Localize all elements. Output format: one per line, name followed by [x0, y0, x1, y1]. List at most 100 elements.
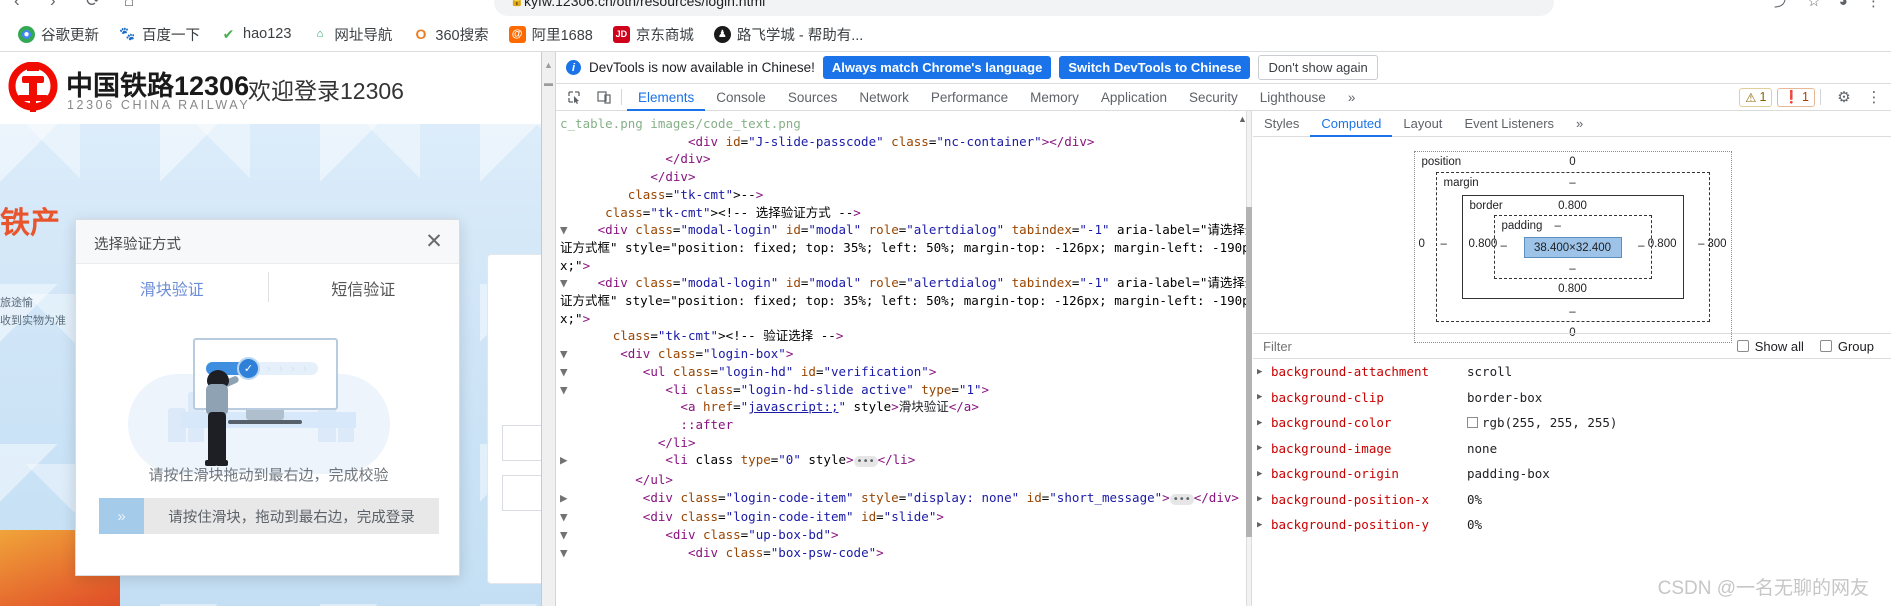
dom-line[interactable]: </div> [560, 150, 1246, 168]
always-match-language-button[interactable]: Always match Chrome's language [822, 56, 1052, 79]
expand-icon[interactable]: ▶ [1257, 443, 1271, 453]
bookmark-item-360[interactable]: O 360搜索 [402, 21, 498, 48]
expand-icon[interactable]: ▶ [1257, 520, 1271, 530]
group-checkbox[interactable] [1819, 340, 1832, 352]
tab-memory[interactable]: Memory [1019, 84, 1090, 111]
scroll-down-icon[interactable]: ▬ [544, 78, 553, 88]
dom-scrollbar-thumb[interactable] [1246, 207, 1252, 537]
expand-icon[interactable]: ▶ [1257, 392, 1271, 402]
tab-network[interactable]: Network [848, 84, 920, 111]
slider-captcha[interactable]: » 请按住滑块，拖动到最右边，完成登录 [99, 498, 439, 534]
bookmark-item-2345[interactable]: ⌂ 网址导航 [301, 21, 402, 48]
username-field[interactable] [502, 425, 541, 461]
tab-sources[interactable]: Sources [777, 84, 849, 111]
dom-line[interactable]: ▼ <div class="modal-login" id="modal" ro… [560, 221, 1246, 239]
gear-icon[interactable]: ⚙ [1832, 86, 1856, 108]
device-toolbar-icon[interactable] [592, 86, 616, 108]
bookmark-item-alibaba[interactable]: @ 阿里1688 [499, 21, 603, 48]
tab-lighthouse[interactable]: Lighthouse [1249, 84, 1337, 111]
expand-icon[interactable]: ▶ [1257, 367, 1271, 377]
tab-security[interactable]: Security [1178, 84, 1249, 111]
box-border-top: 0.800 [1558, 200, 1587, 212]
tab-elements[interactable]: Elements [627, 84, 705, 111]
dont-show-again-button[interactable]: Don't show again [1258, 55, 1378, 80]
dom-line[interactable]: 证方式框" style="position: fixed; top: 35%; … [560, 239, 1246, 257]
dom-line[interactable]: class="tk-cmt">--> [560, 186, 1246, 204]
bookmark-item-chrome[interactable]: ● 谷歌更新 [8, 21, 109, 48]
dom-line[interactable]: ▼ <div class="box-psw-code"> [560, 544, 1246, 562]
dom-line[interactable]: ▶ <li class type="0" style> ••• </li> [560, 451, 1246, 471]
dom-line[interactable]: ▼ <div class="modal-login" id="modal" ro… [560, 274, 1246, 292]
property-row[interactable]: ▶ background-attachment scroll [1253, 359, 1891, 385]
tab-computed[interactable]: Computed [1310, 111, 1392, 137]
box-model-content-size[interactable]: 38.400×32.400 [1523, 237, 1622, 258]
dom-line[interactable]: 证方式框" style="position: fixed; top: 35%; … [560, 292, 1246, 310]
verification-modal: 选择验证方式 ✕ 滑块验证 短信验证 › › › › ✓ 请按住滑块拖动到最右边… [75, 219, 460, 576]
issue-counter[interactable]: ❗ 1 [1777, 87, 1815, 107]
property-row[interactable]: ▶ background-position-y 0% [1253, 512, 1891, 538]
dom-line[interactable]: <a href="javascript:;" style>滑块验证</a> [560, 398, 1246, 416]
show-all-checkbox[interactable] [1736, 340, 1749, 352]
expand-icon[interactable]: ▶ [1257, 418, 1271, 428]
switch-to-chinese-button[interactable]: Switch DevTools to Chinese [1059, 56, 1251, 79]
inspect-element-icon[interactable] [562, 86, 586, 108]
profile-icon[interactable]: ◕ [1839, 0, 1848, 10]
devtools-resizer[interactable]: ▲ ▬ [542, 52, 556, 606]
filter-input[interactable] [1261, 337, 1441, 355]
warning-counter[interactable]: ⚠ 1 [1739, 87, 1773, 107]
bookmark-item-jd[interactable]: JD 京东商城 [603, 21, 704, 48]
expand-icon[interactable]: ▶ [1257, 494, 1271, 504]
tab-performance[interactable]: Performance [920, 84, 1019, 111]
dom-line[interactable]: ::after [560, 416, 1246, 434]
box-position-left: 0 [1418, 238, 1425, 250]
tab-layout[interactable]: Layout [1392, 111, 1453, 137]
property-row[interactable]: ▶ background-origin padding-box [1253, 461, 1891, 487]
tab-console[interactable]: Console [705, 84, 777, 111]
reload-button[interactable]: ⟳ [86, 0, 100, 11]
bookmark-label: 百度一下 [142, 27, 200, 44]
address-bar[interactable]: kyfw.12306.cn/otn/resources/login.html [494, 0, 1554, 16]
forward-button[interactable]: › [50, 0, 56, 11]
dom-tree[interactable]: c_table.png images/code_text.png <div id… [556, 111, 1246, 606]
property-row[interactable]: ▶ background-color rgb(255, 255, 255) [1253, 410, 1891, 436]
dom-line[interactable]: class="tk-cmt"><!-- 选择验证方式 --> [560, 204, 1246, 222]
expand-icon[interactable]: ▶ [1257, 469, 1271, 479]
dom-line[interactable]: x;"> [560, 257, 1246, 275]
dom-line[interactable]: </ul> [560, 471, 1246, 489]
close-icon[interactable]: ✕ [421, 228, 447, 254]
tab-application[interactable]: Application [1090, 84, 1178, 111]
computed-properties-list[interactable]: ▶ background-attachment scroll ▶ background-… [1253, 359, 1891, 606]
dom-line[interactable]: ▶ <div class="login-code-item" style="di… [560, 489, 1246, 509]
more-tabs-icon[interactable]: » [1337, 84, 1367, 111]
dom-line[interactable]: ▼ <li class="login-hd-slide active" type… [560, 381, 1246, 399]
dom-line[interactable]: </li> [560, 434, 1246, 452]
property-row[interactable]: ▶ background-clip border-box [1253, 385, 1891, 411]
password-field[interactable] [502, 475, 541, 511]
dom-line[interactable]: ▼ <div class="login-code-item" id="slide… [560, 508, 1246, 526]
dom-line[interactable]: x;"> [560, 310, 1246, 328]
menu-icon[interactable]: ⋮ [1866, 0, 1881, 10]
bookmark-item-hao123[interactable]: ✔ hao123 [210, 23, 301, 46]
tab-sms-verify[interactable]: 短信验证 [268, 264, 460, 312]
dom-line[interactable]: ▼ <ul class="login-hd" id="verification"… [560, 363, 1246, 381]
star-icon[interactable]: ☆ [1807, 0, 1820, 10]
scroll-up-icon[interactable]: ▲ [544, 60, 553, 70]
property-row[interactable]: ▶ background-image none [1253, 436, 1891, 462]
bookmark-item-luffy[interactable]: ♟ 路飞学城 - 帮助有... [704, 21, 873, 48]
dom-line[interactable]: ▼ <div class="up-box-bd"> [560, 526, 1246, 544]
kebab-menu-icon[interactable]: ⋮ [1862, 86, 1886, 108]
home-button[interactable]: ⌂ [124, 0, 134, 11]
styles-more-icon[interactable]: » [1565, 111, 1594, 137]
tab-styles[interactable]: Styles [1253, 111, 1310, 137]
tab-slider-verify[interactable]: 滑块验证 [76, 264, 268, 312]
dom-line[interactable]: </div> [560, 168, 1246, 186]
dom-line[interactable]: class="tk-cmt"><!-- 验证选择 --> [560, 327, 1246, 345]
property-row[interactable]: ▶ background-position-x 0% [1253, 487, 1891, 513]
slider-handle[interactable]: » [99, 498, 144, 534]
back-button[interactable]: ‹ [14, 0, 20, 11]
dom-line[interactable]: ▼ <div class="login-box"> [560, 345, 1246, 363]
dom-line[interactable]: <div id="J-slide-passcode" class="nc-con… [560, 133, 1246, 151]
bookmark-item-baidu[interactable]: 🐾 百度一下 [109, 21, 210, 48]
tab-event-listeners[interactable]: Event Listeners [1453, 111, 1565, 137]
share-icon[interactable]: ⤴ [1774, 0, 1789, 10]
